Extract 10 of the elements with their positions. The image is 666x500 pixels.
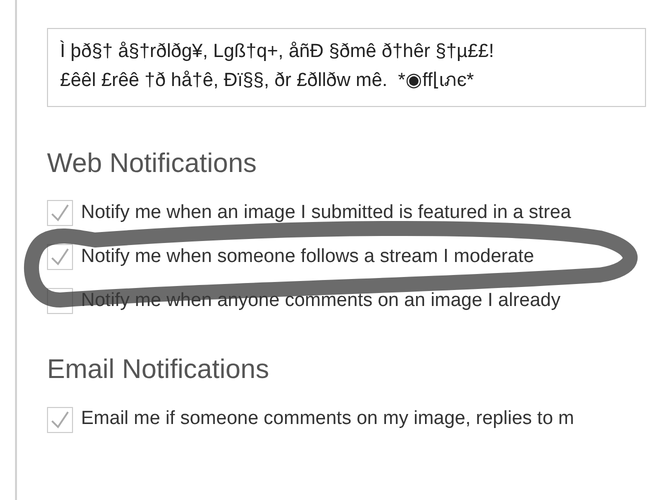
checkbox[interactable] — [47, 200, 73, 226]
checkbox[interactable] — [47, 244, 73, 270]
checkbox[interactable] — [47, 288, 73, 314]
checkbox[interactable] — [47, 406, 73, 433]
option-label: Notify me when someone follows a stream I moderate — [81, 245, 534, 270]
tagline-field[interactable]: Ì þð§† å§†rðlðg¥, Lgß†q+, åñÐ §ðmê ð†hêr §†µ££! £êêl £rêê †ð hå†ê, Ðï§§, ðr £ðllðw mê. *◉ff⌊ɩภє* — [47, 28, 646, 107]
option-label: Notify me when an image I submitted is featured in a strea — [81, 201, 572, 226]
section-heading: Email Notifications — [47, 353, 270, 386]
option-label: Email me if someone comments on my image, replies to m — [81, 407, 574, 432]
section-heading: Web Notifications — [47, 146, 258, 180]
